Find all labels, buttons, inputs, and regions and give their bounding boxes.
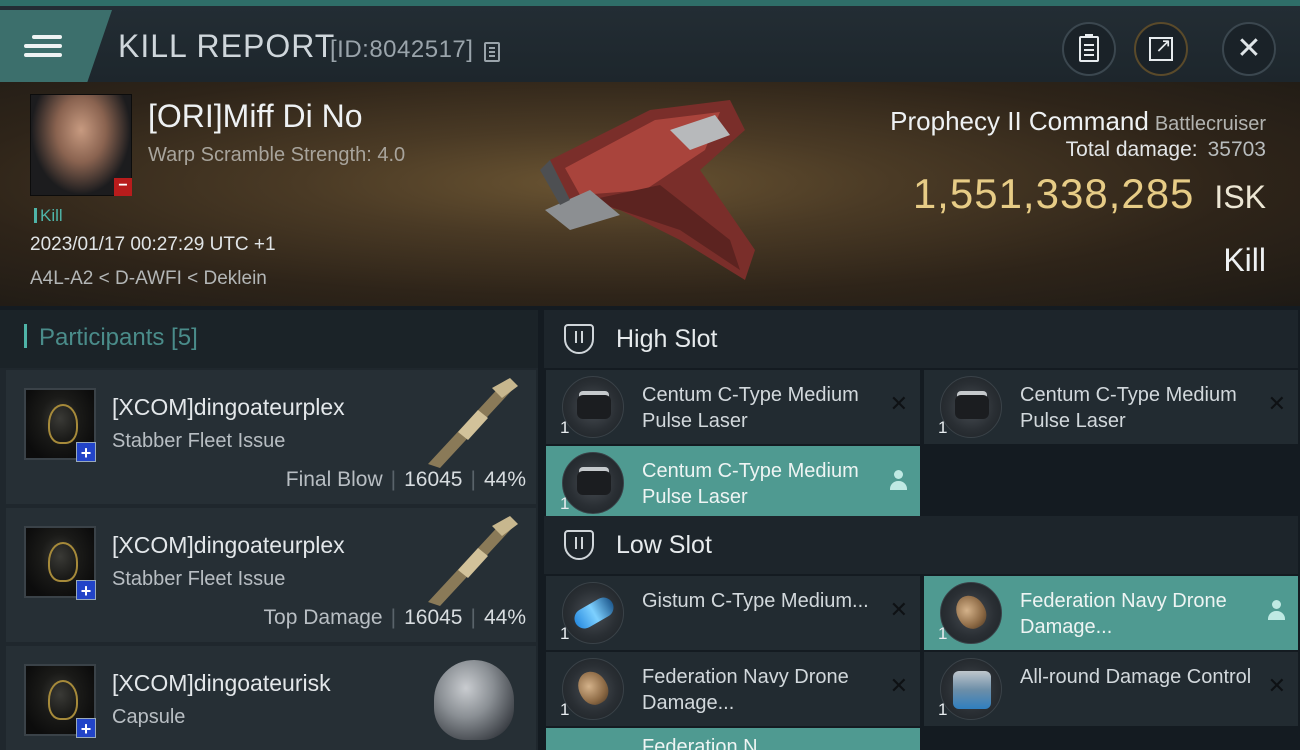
module-quantity: 1 — [560, 700, 570, 719]
capsule-icon — [434, 660, 514, 740]
pulse-laser-icon — [562, 452, 624, 514]
high-slot-header: High Slot — [544, 310, 1298, 368]
participant-percent: 44% — [483, 468, 526, 491]
top-bar: KILL REPORT [ID:8042517] ✕ — [0, 0, 1300, 82]
copy-icon[interactable] — [484, 42, 500, 62]
participant-ship: Stabber Fleet Issue — [112, 430, 286, 452]
module-quantity: 1 — [560, 418, 570, 437]
participants-panel: Participants [5] + [XCOM]dingoateurplex … — [0, 310, 538, 750]
module-name: Centum C-Type Medium Pulse Laser — [642, 384, 859, 432]
module-item[interactable]: 1 Centum C-Type Medium Pulse Laser ✕ — [546, 370, 920, 444]
standing-positive-icon: + — [76, 718, 96, 739]
kill-banner: − [ORI]Miff Di No Warp Scramble Strength… — [0, 82, 1300, 306]
module-item[interactable]: 1 Gistum C-Type Medium... ✕ — [546, 576, 920, 650]
close-button[interactable]: ✕ — [1222, 22, 1276, 76]
clipboard-icon — [1079, 34, 1099, 62]
close-icon: ✕ — [1236, 31, 1262, 66]
pulse-laser-icon — [562, 376, 624, 438]
ship-render-image — [540, 100, 755, 280]
high-slot-title: High Slot — [616, 325, 718, 353]
weapon-icon — [428, 516, 518, 606]
participant-role: Top Damage — [263, 606, 383, 629]
share-icon — [1149, 33, 1173, 61]
weapon-icon — [428, 378, 518, 468]
kill-tag: Kill — [34, 206, 63, 226]
warp-scramble-strength: Warp Scramble Strength: 4.0 — [148, 144, 406, 166]
participant-row[interactable]: + [XCOM]dingoateurisk Capsule — [6, 646, 536, 750]
low-slot-title: Low Slot — [616, 531, 712, 559]
participant-percent: 44% — [483, 606, 526, 629]
ship-class: Battlecruiser — [1154, 113, 1266, 135]
module-item[interactable]: 1 Federation Navy Drone Damage... ✕ — [546, 652, 920, 726]
module-quantity: 1 — [938, 418, 948, 437]
module-item[interactable]: Federation N... — [546, 728, 920, 750]
pulse-laser-icon — [940, 376, 1002, 438]
participant-stats: Top Damage | 16045 | 44% — [263, 606, 526, 629]
module-name: Centum C-Type Medium Pulse Laser — [642, 460, 859, 508]
low-slot-header: Low Slot — [544, 516, 1298, 574]
module-quantity: 1 — [938, 700, 948, 719]
destroyed-icon: ✕ — [889, 674, 908, 699]
isk-value-row: 1,551,338,285 ISK — [913, 170, 1266, 218]
destroyed-icon: ✕ — [1267, 392, 1286, 417]
module-quantity: 1 — [560, 624, 570, 643]
participant-stats: Final Blow | 16045 | 44% — [285, 468, 526, 491]
kill-location[interactable]: A4L-A2 < D-AWFI < Deklein — [30, 268, 267, 290]
destroyed-icon: ✕ — [1267, 674, 1286, 699]
participant-row[interactable]: + [XCOM]dingoateurplex Stabber Fleet Iss… — [6, 370, 536, 504]
module-name: Federation Navy Drone Damage... — [642, 666, 849, 714]
menu-button[interactable] — [0, 10, 112, 82]
report-button[interactable] — [1062, 22, 1116, 76]
drone-damage-icon — [940, 582, 1002, 644]
participant-damage: 16045 — [404, 606, 463, 629]
participant-ship: Capsule — [112, 706, 186, 728]
module-item[interactable]: 1 Centum C-Type Medium Pulse Laser — [546, 446, 920, 520]
victim-name[interactable]: [ORI]Miff Di No — [148, 98, 363, 135]
ship-name[interactable]: Prophecy II Command — [890, 106, 1149, 136]
module-name: All-round Damage Control — [1020, 666, 1252, 688]
participant-role: Final Blow — [285, 468, 383, 491]
drone-damage-icon — [562, 658, 624, 720]
total-damage-row: Total damage: 35703 — [1066, 138, 1266, 162]
isk-value: 1,551,338,285 — [912, 170, 1195, 217]
participant-row[interactable]: + [XCOM]dingoateurplex Stabber Fleet Iss… — [6, 508, 536, 642]
module-quantity: 1 — [560, 494, 570, 513]
module-item[interactable]: 1 All-round Damage Control ✕ — [924, 652, 1298, 726]
module-name: Federation N... — [642, 736, 775, 750]
destroyed-icon: ✕ — [889, 598, 908, 623]
module-quantity: 1 — [938, 624, 948, 643]
share-button[interactable] — [1134, 22, 1188, 76]
hamburger-icon — [24, 30, 62, 62]
module-name: Centum C-Type Medium Pulse Laser — [1020, 384, 1237, 432]
isk-unit: ISK — [1214, 179, 1266, 215]
heat-sink-icon — [562, 582, 624, 644]
module-item[interactable]: 1 Centum C-Type Medium Pulse Laser ✕ — [924, 370, 1298, 444]
participant-damage: 16045 — [404, 468, 463, 491]
dropped-person-icon — [890, 470, 907, 492]
participants-header: Participants [5] — [0, 310, 538, 368]
standing-positive-icon: + — [76, 442, 96, 463]
standing-positive-icon: + — [76, 580, 96, 601]
participant-name: [XCOM]dingoateurplex — [112, 394, 345, 420]
page-title: KILL REPORT — [118, 28, 336, 64]
damage-control-icon — [940, 658, 1002, 720]
standing-negative-icon: − — [114, 178, 132, 196]
low-slot-icon — [564, 530, 594, 560]
kill-datetime: 2023/01/17 00:27:29 UTC +1 — [30, 234, 276, 255]
module-item[interactable]: 1 Federation Navy Drone Damage... — [924, 576, 1298, 650]
participant-name: [XCOM]dingoateurisk — [112, 670, 331, 696]
module-name: Federation Navy Drone Damage... — [1020, 590, 1227, 638]
dropped-person-icon — [1268, 600, 1285, 622]
module-name: Gistum C-Type Medium... — [642, 590, 869, 612]
total-damage-value: 35703 — [1207, 138, 1266, 161]
destroyed-icon: ✕ — [889, 392, 908, 417]
total-damage-label: Total damage: — [1065, 138, 1198, 161]
report-id: [ID:8042517] — [330, 36, 474, 63]
fittings-panel: High Slot 1 Centum C-Type Medium Pulse L… — [540, 310, 1300, 750]
ship-name-line: Prophecy II Command Battlecruiser — [890, 106, 1266, 137]
participant-name: [XCOM]dingoateurplex — [112, 532, 345, 558]
result-label: Kill — [1223, 242, 1266, 278]
high-slot-icon — [564, 324, 594, 354]
participant-ship: Stabber Fleet Issue — [112, 568, 286, 590]
